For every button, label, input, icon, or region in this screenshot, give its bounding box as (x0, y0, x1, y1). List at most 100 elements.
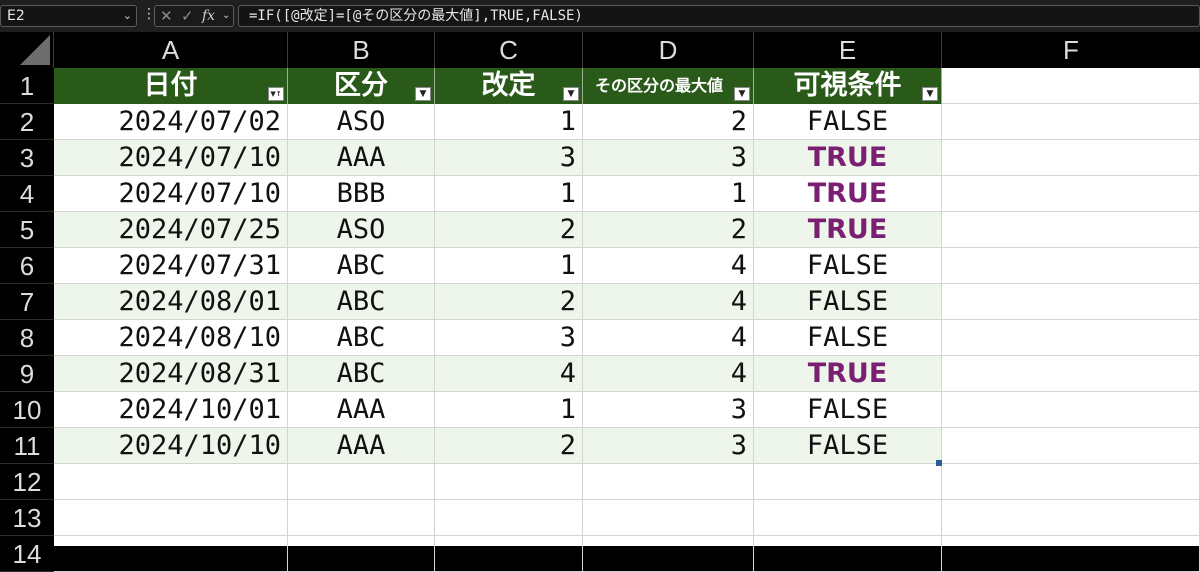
cell-e[interactable]: FALSE (754, 104, 942, 140)
cell-a[interactable]: 2024/07/31 (54, 248, 288, 284)
cell-a[interactable]: 2024/10/01 (54, 392, 288, 428)
cell-a[interactable]: 2024/08/31 (54, 356, 288, 392)
chevron-down-icon[interactable]: ⌄ (123, 6, 132, 26)
cell-d[interactable]: 3 (583, 140, 754, 176)
cell-c[interactable]: 1 (435, 104, 583, 140)
cell-d[interactable]: 1 (583, 176, 754, 212)
cell-c[interactable]: 1 (435, 392, 583, 428)
cell-a[interactable]: 2024/07/25 (54, 212, 288, 248)
row-header[interactable]: 10 (0, 392, 54, 428)
row-header[interactable]: 9 (0, 356, 54, 392)
cell-e[interactable]: FALSE (754, 428, 942, 464)
cell[interactable] (583, 536, 754, 572)
cell[interactable] (583, 464, 754, 500)
cell-b[interactable]: ASO (288, 212, 435, 248)
cell[interactable] (942, 500, 1200, 536)
cell-d[interactable]: 2 (583, 104, 754, 140)
row-header[interactable]: 8 (0, 320, 54, 356)
cell[interactable] (54, 464, 288, 500)
cell[interactable] (942, 392, 1200, 428)
cell-a[interactable]: 2024/08/10 (54, 320, 288, 356)
cell-b[interactable]: ABC (288, 356, 435, 392)
row-header[interactable]: 4 (0, 176, 54, 212)
row-header[interactable]: 5 (0, 212, 54, 248)
filter-dropdown-icon[interactable]: ▼ (922, 87, 938, 101)
cell-a[interactable]: 2024/08/01 (54, 284, 288, 320)
cell[interactable] (435, 500, 583, 536)
cell[interactable] (942, 320, 1200, 356)
column-header-e[interactable]: E (754, 32, 942, 68)
select-all-corner[interactable] (0, 32, 54, 68)
cell-c[interactable]: 2 (435, 428, 583, 464)
cell-c[interactable]: 2 (435, 284, 583, 320)
cell-d[interactable]: 4 (583, 248, 754, 284)
table-header-e[interactable]: 可視条件 ▼ (754, 68, 942, 104)
row-header[interactable]: 14 (0, 536, 54, 572)
cell-b[interactable]: AAA (288, 140, 435, 176)
cell[interactable] (942, 284, 1200, 320)
row-header[interactable]: 3 (0, 140, 54, 176)
cell-b[interactable]: ABC (288, 248, 435, 284)
cell[interactable] (942, 176, 1200, 212)
cell[interactable] (288, 536, 435, 572)
enter-icon[interactable]: ✓ (181, 6, 194, 26)
fx-icon[interactable]: fx (202, 6, 215, 26)
cell[interactable] (754, 500, 942, 536)
table-resize-handle[interactable] (936, 460, 942, 466)
cell-e[interactable]: TRUE (754, 140, 942, 176)
row-header[interactable]: 2 (0, 104, 54, 140)
table-header-d[interactable]: その区分の最大値 ▼ (583, 68, 754, 104)
row-header[interactable]: 11 (0, 428, 54, 464)
cell-c[interactable]: 1 (435, 176, 583, 212)
cell[interactable] (435, 464, 583, 500)
table-header-b[interactable]: 区分 ▼ (288, 68, 435, 104)
cell-c[interactable]: 2 (435, 212, 583, 248)
cell-d[interactable]: 3 (583, 428, 754, 464)
column-header-b[interactable]: B (288, 32, 435, 68)
cell-b[interactable]: AAA (288, 392, 435, 428)
table-header-a[interactable]: 日付 ▼↑ (54, 68, 288, 104)
cell[interactable] (942, 356, 1200, 392)
cell[interactable] (54, 500, 288, 536)
column-header-a[interactable]: A (54, 32, 288, 68)
cell[interactable] (288, 500, 435, 536)
cell[interactable] (942, 428, 1200, 464)
cell[interactable] (942, 68, 1200, 104)
formula-input[interactable]: =IF([@改定]=[@その区分の最大値],TRUE,FALSE) (238, 5, 1200, 27)
chevron-down-icon[interactable]: ⌄ (222, 6, 230, 26)
cell-b[interactable]: ABC (288, 320, 435, 356)
cell-e[interactable]: FALSE (754, 284, 942, 320)
cell[interactable] (942, 212, 1200, 248)
row-header[interactable]: 7 (0, 284, 54, 320)
filter-dropdown-icon[interactable]: ▼ (734, 87, 750, 101)
cell-e[interactable]: TRUE (754, 212, 942, 248)
cell-d[interactable]: 4 (583, 356, 754, 392)
cell-b[interactable]: BBB (288, 176, 435, 212)
cell-e[interactable]: TRUE (754, 356, 942, 392)
row-header[interactable]: 6 (0, 248, 54, 284)
cell[interactable] (942, 140, 1200, 176)
cell-a[interactable]: 2024/10/10 (54, 428, 288, 464)
table-header-c[interactable]: 改定 ▼ (435, 68, 583, 104)
filter-dropdown-icon[interactable]: ▼ (563, 87, 579, 101)
column-header-c[interactable]: C (435, 32, 583, 68)
name-box[interactable]: E2 ⌄ (0, 5, 137, 27)
cell[interactable] (435, 536, 583, 572)
cell-d[interactable]: 4 (583, 284, 754, 320)
cancel-icon[interactable]: ✕ (160, 6, 173, 26)
filter-dropdown-icon[interactable]: ▼ (415, 87, 431, 101)
cell-c[interactable]: 4 (435, 356, 583, 392)
column-header-f[interactable]: F (942, 32, 1200, 68)
cell[interactable] (942, 248, 1200, 284)
sort-filter-icon[interactable]: ▼↑ (268, 87, 284, 101)
cell-e[interactable]: FALSE (754, 392, 942, 428)
column-header-d[interactable]: D (583, 32, 754, 68)
cell[interactable] (54, 536, 288, 572)
cell[interactable] (942, 104, 1200, 140)
cell-c[interactable]: 3 (435, 140, 583, 176)
cell-a[interactable]: 2024/07/10 (54, 176, 288, 212)
cell[interactable] (754, 536, 942, 572)
cell[interactable] (942, 536, 1200, 572)
cell-b[interactable]: ABC (288, 284, 435, 320)
row-header[interactable]: 1 (0, 68, 54, 104)
